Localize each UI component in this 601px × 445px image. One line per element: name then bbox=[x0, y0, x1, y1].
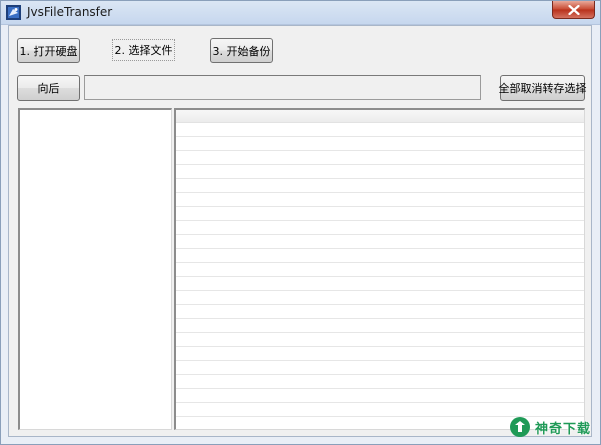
open-disk-button[interactable]: 1. 打开硬盘 bbox=[17, 38, 80, 63]
back-button[interactable]: 向后 bbox=[17, 75, 80, 101]
path-field[interactable] bbox=[84, 75, 481, 100]
folder-tree-panel[interactable] bbox=[18, 108, 172, 430]
watermark-logo-icon bbox=[510, 417, 530, 437]
watermark-text: 神奇下载 bbox=[535, 421, 592, 437]
file-list-rows[interactable] bbox=[176, 123, 584, 429]
cancel-all-selection-button[interactable]: 全部取消转存选择 bbox=[499, 75, 587, 101]
watermark: 神奇下载 bbox=[509, 411, 599, 443]
select-files-step[interactable]: 2. 选择文件 bbox=[112, 39, 175, 61]
close-icon bbox=[568, 5, 580, 15]
title-bar[interactable]: JvsFileTransfer bbox=[1, 1, 600, 25]
file-list-header[interactable] bbox=[176, 110, 584, 123]
app-window: JvsFileTransfer 1. 打开硬盘 2. 选择文件 3. 开始备份 … bbox=[0, 0, 601, 445]
window-title: JvsFileTransfer bbox=[27, 5, 113, 19]
client-area: 1. 打开硬盘 2. 选择文件 3. 开始备份 向后 全部取消转存选择 bbox=[8, 25, 592, 437]
file-list-panel[interactable] bbox=[174, 108, 585, 430]
app-icon bbox=[6, 5, 21, 20]
close-button[interactable] bbox=[552, 1, 595, 19]
start-backup-button[interactable]: 3. 开始备份 bbox=[210, 38, 273, 63]
